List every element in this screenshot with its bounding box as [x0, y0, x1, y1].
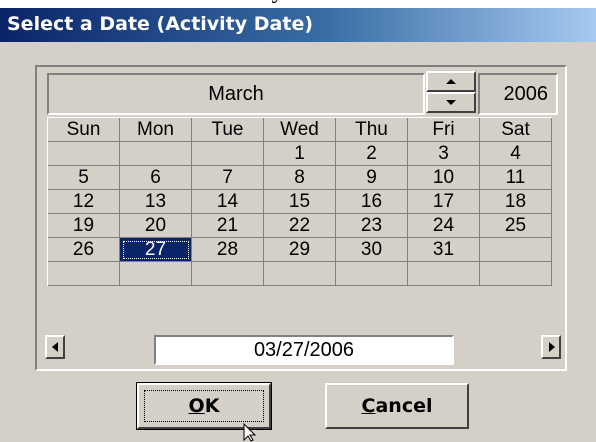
empty-day-cell: [480, 238, 552, 262]
month-display: March: [47, 73, 425, 115]
day-cell[interactable]: 23: [336, 214, 408, 238]
day-cell[interactable]: 1: [264, 142, 336, 166]
day-cell[interactable]: 7: [192, 166, 264, 190]
weekday-header: Mon: [120, 118, 192, 142]
month-spinner[interactable]: [426, 71, 476, 113]
day-cell[interactable]: 10: [408, 166, 480, 190]
prev-button[interactable]: [45, 335, 65, 359]
weekday-header: Sun: [48, 118, 120, 142]
arrow-left-icon: [52, 342, 58, 352]
cancel-label-rest: ancel: [375, 395, 433, 417]
cancel-accelerator: C: [361, 395, 376, 417]
weekday-header: Tue: [192, 118, 264, 142]
day-cell[interactable]: 21: [192, 214, 264, 238]
obscured-background-text: Activity: [205, 0, 405, 5]
day-cell[interactable]: 26: [48, 238, 120, 262]
month-down-button[interactable]: [426, 92, 476, 113]
focus-rectangle: [144, 390, 264, 422]
next-button[interactable]: [541, 335, 561, 359]
weekday-header: Thu: [336, 118, 408, 142]
day-cell[interactable]: 4: [480, 142, 552, 166]
weekday-header: Fri: [408, 118, 480, 142]
day-cell[interactable]: 13: [120, 190, 192, 214]
day-cell[interactable]: 29: [264, 238, 336, 262]
empty-day-cell: [480, 262, 552, 286]
empty-day-cell: [120, 262, 192, 286]
weekday-header: Wed: [264, 118, 336, 142]
day-cell[interactable]: 25: [480, 214, 552, 238]
empty-day-cell: [408, 262, 480, 286]
weekday-header: Sat: [480, 118, 552, 142]
day-cell[interactable]: 15: [264, 190, 336, 214]
mouse-cursor-icon: [243, 423, 257, 442]
day-cell[interactable]: 12: [48, 190, 120, 214]
empty-day-cell: [48, 262, 120, 286]
day-cell[interactable]: 19: [48, 214, 120, 238]
day-cell[interactable]: 11: [480, 166, 552, 190]
empty-day-cell: [192, 142, 264, 166]
selected-day-cell[interactable]: 27: [120, 238, 192, 262]
year-display: 2006: [478, 73, 558, 115]
day-cell[interactable]: 16: [336, 190, 408, 214]
empty-day-cell: [120, 142, 192, 166]
day-cell[interactable]: 14: [192, 190, 264, 214]
empty-day-cell: [192, 262, 264, 286]
empty-day-cell: [48, 142, 120, 166]
desktop-strip: Activity: [0, 0, 596, 8]
calendar-control[interactable]: March 2006 Sun Mon Tue Wed Thu Fri Sat 1 2 3 4 5 6 7 8…: [35, 65, 567, 371]
day-cell[interactable]: 17: [408, 190, 480, 214]
day-cell[interactable]: 18: [480, 190, 552, 214]
day-cell[interactable]: 22: [264, 214, 336, 238]
calendar-grid: Sun Mon Tue Wed Thu Fri Sat 1 2 3 4 5 6 7 8 9 10 11 12 13 14…: [47, 117, 552, 286]
cancel-button[interactable]: Cancel: [325, 383, 469, 429]
day-cell[interactable]: 6: [120, 166, 192, 190]
day-cell[interactable]: 20: [120, 214, 192, 238]
day-cell[interactable]: 28: [192, 238, 264, 262]
day-cell[interactable]: 30: [336, 238, 408, 262]
day-cell[interactable]: 3: [408, 142, 480, 166]
day-cell[interactable]: 2: [336, 142, 408, 166]
empty-day-cell: [264, 262, 336, 286]
day-cell[interactable]: 9: [336, 166, 408, 190]
cancel-label: Cancel: [362, 395, 433, 417]
arrow-down-icon: [446, 100, 456, 105]
month-up-button[interactable]: [426, 71, 476, 92]
day-cell[interactable]: 5: [48, 166, 120, 190]
arrow-right-icon: [549, 342, 555, 352]
day-cell[interactable]: 8: [264, 166, 336, 190]
day-cell[interactable]: 24: [408, 214, 480, 238]
day-cell[interactable]: 31: [408, 238, 480, 262]
title-bar[interactable]: Select a Date (Activity Date): [0, 8, 596, 42]
window-title: Select a Date (Activity Date): [7, 13, 314, 35]
empty-day-cell: [336, 262, 408, 286]
selected-date-field[interactable]: 03/27/2006: [154, 335, 454, 365]
arrow-up-icon: [446, 79, 456, 84]
